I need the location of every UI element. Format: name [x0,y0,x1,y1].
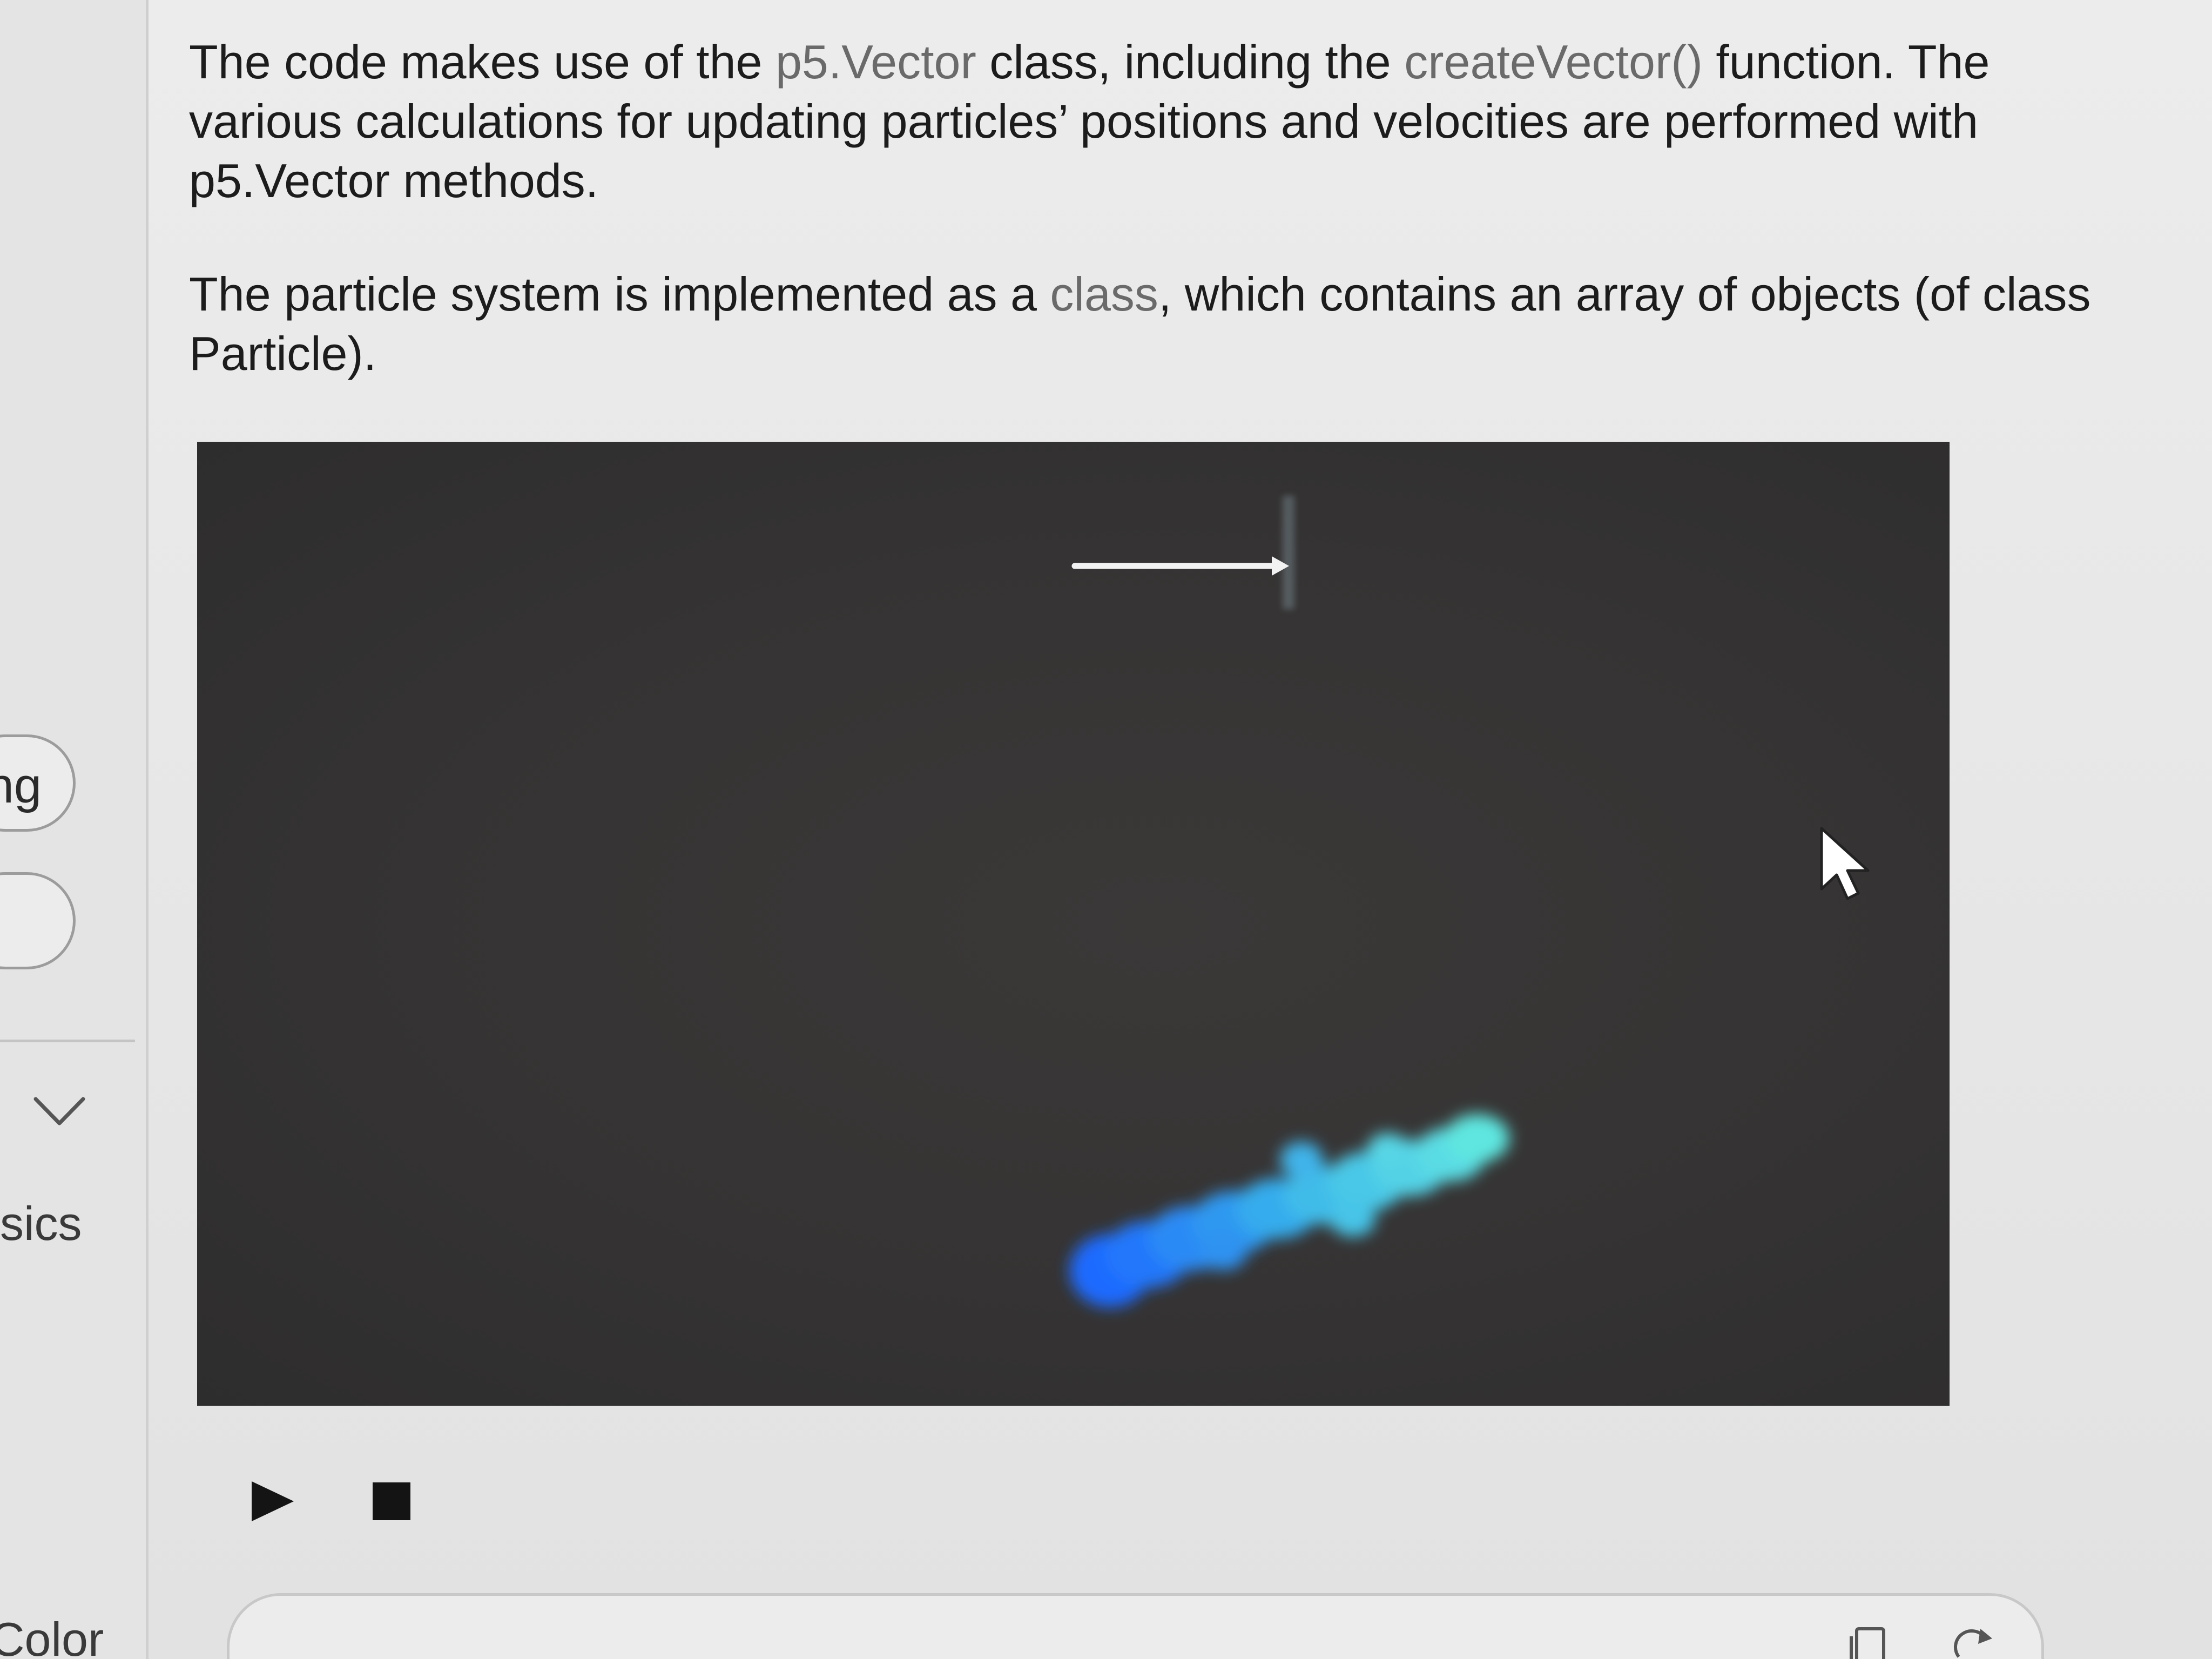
play-button[interactable] [248,1477,297,1526]
sidebar-section-label[interactable]: sics [0,1196,82,1251]
mouse-cursor-icon [1820,827,1870,900]
sidebar-pill-button-2[interactable] [0,872,76,969]
code-editor[interactable] [227,1593,2044,1659]
particle [1367,1133,1408,1165]
stop-button[interactable] [373,1482,410,1520]
sketch-canvas[interactable] [197,442,1950,1406]
sidebar-color-label[interactable]: Color [0,1612,104,1659]
wind-force-arrow [1071,556,1289,576]
chevron-down-icon[interactable] [32,1094,86,1131]
description-paragraph-1: The code makes use of the p5.Vector clas… [189,32,2112,211]
particle [1445,1114,1509,1163]
description-paragraph-2: The particle system is implemented as a … [189,265,2112,383]
sidebar-pill-label: ng [0,758,42,813]
create-vector-code: createVector() [1404,35,1703,89]
para1-text-1: The code makes use of the [189,35,775,89]
sidebar-pill-button[interactable]: ng [0,734,76,832]
particle [1280,1142,1323,1178]
page: ng sics Color The code makes use of the … [0,0,2212,1659]
reset-icon[interactable] [1952,1626,1995,1659]
particle [1199,1233,1247,1270]
p5-vector-code: p5.Vector [775,35,976,89]
particle-system [1069,1114,1509,1307]
copy-icon[interactable] [1847,1626,1890,1659]
sidebar-divider [0,1040,135,1042]
wind-indicator-trace [1283,496,1294,609]
sidebar: ng sics Color [0,0,149,1659]
class-code: class [1050,267,1158,321]
particle [1330,1202,1375,1237]
para2-text-1: The particle system is implemented as a [189,267,1050,321]
para1-text-2: class, including the [976,35,1405,89]
sketch-drawing [1069,496,1509,1307]
